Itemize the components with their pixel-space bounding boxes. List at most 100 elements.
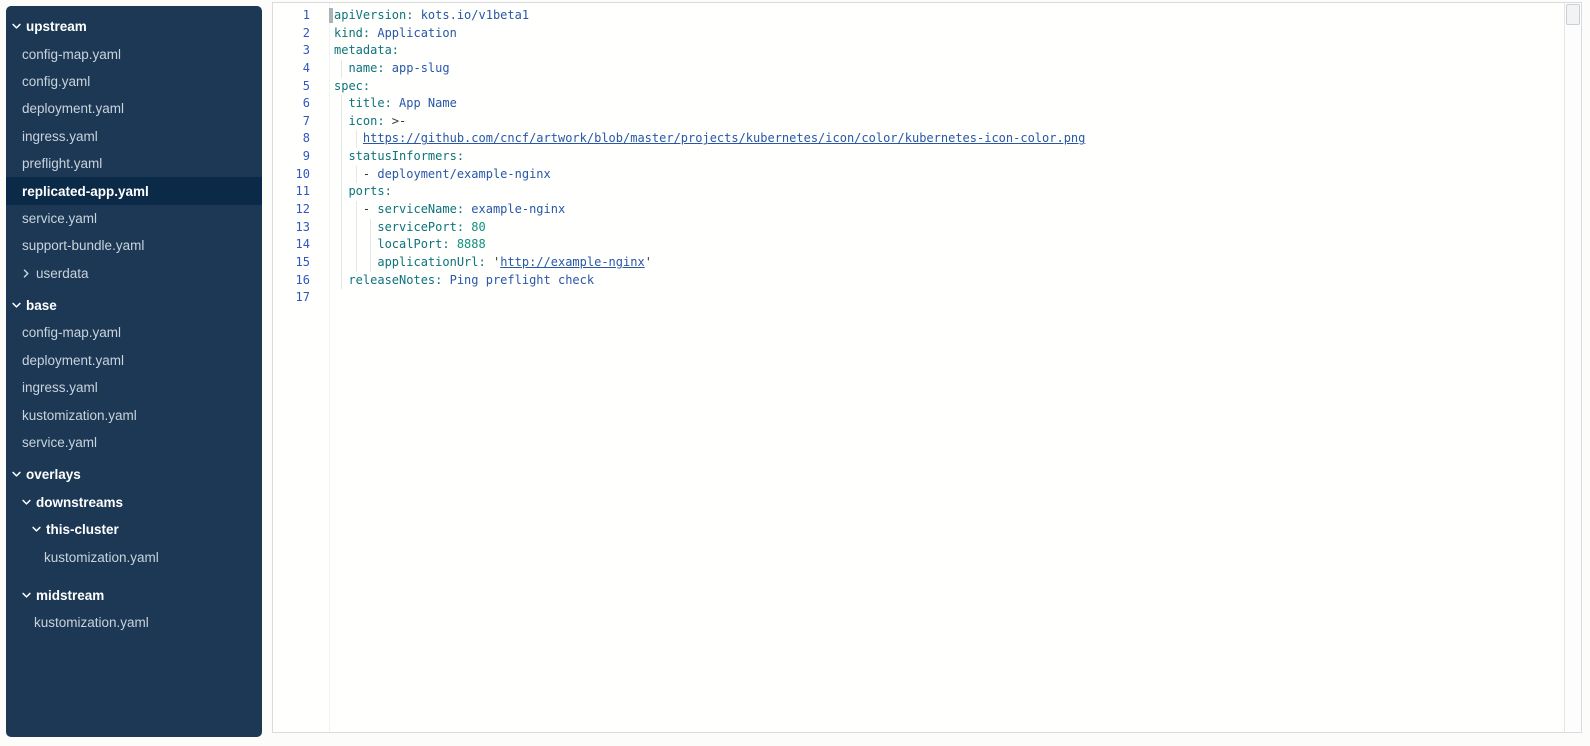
indent-guide	[341, 166, 342, 184]
tree-row-inner: base	[6, 292, 262, 319]
tree-file-replicated-app.yaml[interactable]: replicated-app.yaml	[6, 177, 262, 204]
code-token	[486, 255, 493, 269]
code-line[interactable]: 2kind: Application	[273, 25, 1564, 43]
editor-lines[interactable]: 1apiVersion: kots.io/v1beta12kind: Appli…	[273, 3, 1564, 732]
code-line[interactable]: 11 ports:	[273, 183, 1564, 201]
tree-folder-upstream[interactable]: upstream	[6, 13, 262, 40]
tree-row-inner: this-cluster	[6, 516, 262, 543]
tree-row-inner: preflight.yaml	[6, 150, 262, 177]
file-tree: upstream config-map.yaml config.yaml deploy…	[6, 13, 262, 637]
tree-file-kustomization.yaml[interactable]: kustomization.yaml	[6, 609, 262, 636]
line-number: 10	[273, 166, 310, 184]
code-line[interactable]: 9 statusInformers:	[273, 148, 1564, 166]
tree-file-deployment.yaml[interactable]: deployment.yaml	[6, 347, 262, 374]
code-token: http://example-nginx	[500, 255, 645, 269]
indent-guide	[370, 236, 371, 254]
tree-item-label: service.yaml	[22, 211, 97, 226]
code-line[interactable]: 6 title: App Name	[273, 95, 1564, 113]
code-line[interactable]: 10 - deployment/example-nginx	[273, 166, 1564, 184]
code-token: App Name	[392, 96, 457, 110]
tree-file-preflight.yaml[interactable]: preflight.yaml	[6, 150, 262, 177]
indent-guide	[341, 236, 342, 254]
code-line-content: metadata:	[334, 42, 399, 60]
code-line[interactable]: 4 name: app-slug	[273, 60, 1564, 78]
code-token: app-slug	[385, 61, 450, 75]
tree-row-inner: overlays	[6, 461, 262, 488]
tree-file-service.yaml[interactable]: service.yaml	[6, 205, 262, 232]
tree-item-label: config-map.yaml	[22, 47, 121, 62]
code-line-content: https://github.com/cncf/artwork/blob/mas…	[334, 130, 1085, 148]
code-line-content: applicationUrl: 'http://example-nginx'	[334, 254, 652, 272]
code-token: servicePort:	[334, 220, 464, 234]
tree-file-deployment.yaml[interactable]: deployment.yaml	[6, 95, 262, 122]
tree-row-inner: service.yaml	[6, 205, 262, 232]
tree-row-inner: config-map.yaml	[6, 40, 262, 67]
tree-row-inner: userdata	[6, 260, 262, 287]
line-number: 8	[273, 130, 310, 148]
tree-item-label: kustomization.yaml	[34, 615, 149, 630]
code-line[interactable]: 8 https://github.com/cncf/artwork/blob/m…	[273, 130, 1564, 148]
code-line[interactable]: 12 - serviceName: example-nginx	[273, 201, 1564, 219]
tree-file-service.yaml[interactable]: service.yaml	[6, 429, 262, 456]
indent-guide	[341, 219, 342, 237]
code-token	[334, 202, 363, 216]
code-token	[334, 131, 363, 145]
tree-row-inner: midstream	[6, 582, 262, 609]
tree-folder-midstream[interactable]: midstream	[6, 582, 262, 609]
tree-folder-base[interactable]: base	[6, 292, 262, 319]
tree-item-label: deployment.yaml	[22, 101, 124, 116]
code-token: 80	[464, 220, 486, 234]
tree-file-ingress.yaml[interactable]: ingress.yaml	[6, 123, 262, 150]
tree-folder-userdata[interactable]: userdata	[6, 260, 262, 287]
code-line[interactable]: 5spec:	[273, 78, 1564, 96]
code-line-content: kind: Application	[334, 25, 457, 43]
code-token: title:	[334, 96, 392, 110]
indent-guide	[356, 236, 357, 254]
code-line[interactable]: 1apiVersion: kots.io/v1beta1	[273, 7, 1564, 25]
tree-file-support-bundle.yaml[interactable]: support-bundle.yaml	[6, 232, 262, 259]
code-token: spec:	[334, 79, 370, 93]
line-number: 6	[273, 95, 310, 113]
line-number: 3	[273, 42, 310, 60]
editor-scrollbar[interactable]	[1564, 3, 1581, 732]
code-token: Application	[370, 26, 457, 40]
indent-guide	[341, 95, 342, 113]
code-token: https://github.com/cncf/artwork/blob/mas…	[363, 131, 1085, 145]
tree-file-kustomization.yaml[interactable]: kustomization.yaml	[6, 401, 262, 428]
code-line[interactable]: 17	[273, 289, 1564, 307]
tree-file-config.yaml[interactable]: config.yaml	[6, 68, 262, 95]
code-line[interactable]: 16 releaseNotes: Ping preflight check	[273, 272, 1564, 290]
code-line[interactable]: 15 applicationUrl: 'http://example-nginx…	[273, 254, 1564, 272]
line-number: 13	[273, 219, 310, 237]
code-line[interactable]: 3 metadata:	[273, 42, 1564, 60]
tree-row-inner: ingress.yaml	[6, 374, 262, 401]
tree-file-kustomization.yaml[interactable]: kustomization.yaml	[6, 543, 262, 570]
scrollbar-thumb[interactable]	[1566, 4, 1580, 25]
code-line[interactable]: 14 localPort: 8888	[273, 236, 1564, 254]
tree-file-config-map.yaml[interactable]: config-map.yaml	[6, 40, 262, 67]
code-editor-panel[interactable]: 1apiVersion: kots.io/v1beta12kind: Appli…	[272, 2, 1582, 733]
code-token: deployment/example-nginx	[377, 167, 550, 181]
indent-guide	[356, 254, 357, 272]
code-line[interactable]: 13 servicePort: 80	[273, 219, 1564, 237]
tree-file-config-map.yaml[interactable]: config-map.yaml	[6, 319, 262, 346]
code-line[interactable]: 7 icon: >-	[273, 113, 1564, 131]
tree-folder-this-cluster[interactable]: this-cluster	[6, 516, 262, 543]
code-token: releaseNotes:	[334, 273, 442, 287]
chevron-down-icon	[12, 22, 21, 31]
indent-guide	[341, 201, 342, 219]
tree-row-inner: upstream	[6, 13, 262, 40]
code-token: ports:	[334, 184, 392, 198]
tree-folder-overlays[interactable]: overlays	[6, 461, 262, 488]
tree-item-label: support-bundle.yaml	[22, 238, 144, 253]
code-token: applicationUrl:	[334, 255, 486, 269]
indent-guide	[341, 254, 342, 272]
code-line-content: icon: >-	[334, 113, 406, 131]
tree-folder-downstreams[interactable]: downstreams	[6, 489, 262, 516]
chevron-down-icon	[12, 301, 21, 310]
indent-guide	[341, 148, 342, 166]
code-line-content: title: App Name	[334, 95, 457, 113]
tree-item-label: userdata	[36, 266, 89, 281]
tree-file-ingress.yaml[interactable]: ingress.yaml	[6, 374, 262, 401]
tree-row-inner: config-map.yaml	[6, 319, 262, 346]
